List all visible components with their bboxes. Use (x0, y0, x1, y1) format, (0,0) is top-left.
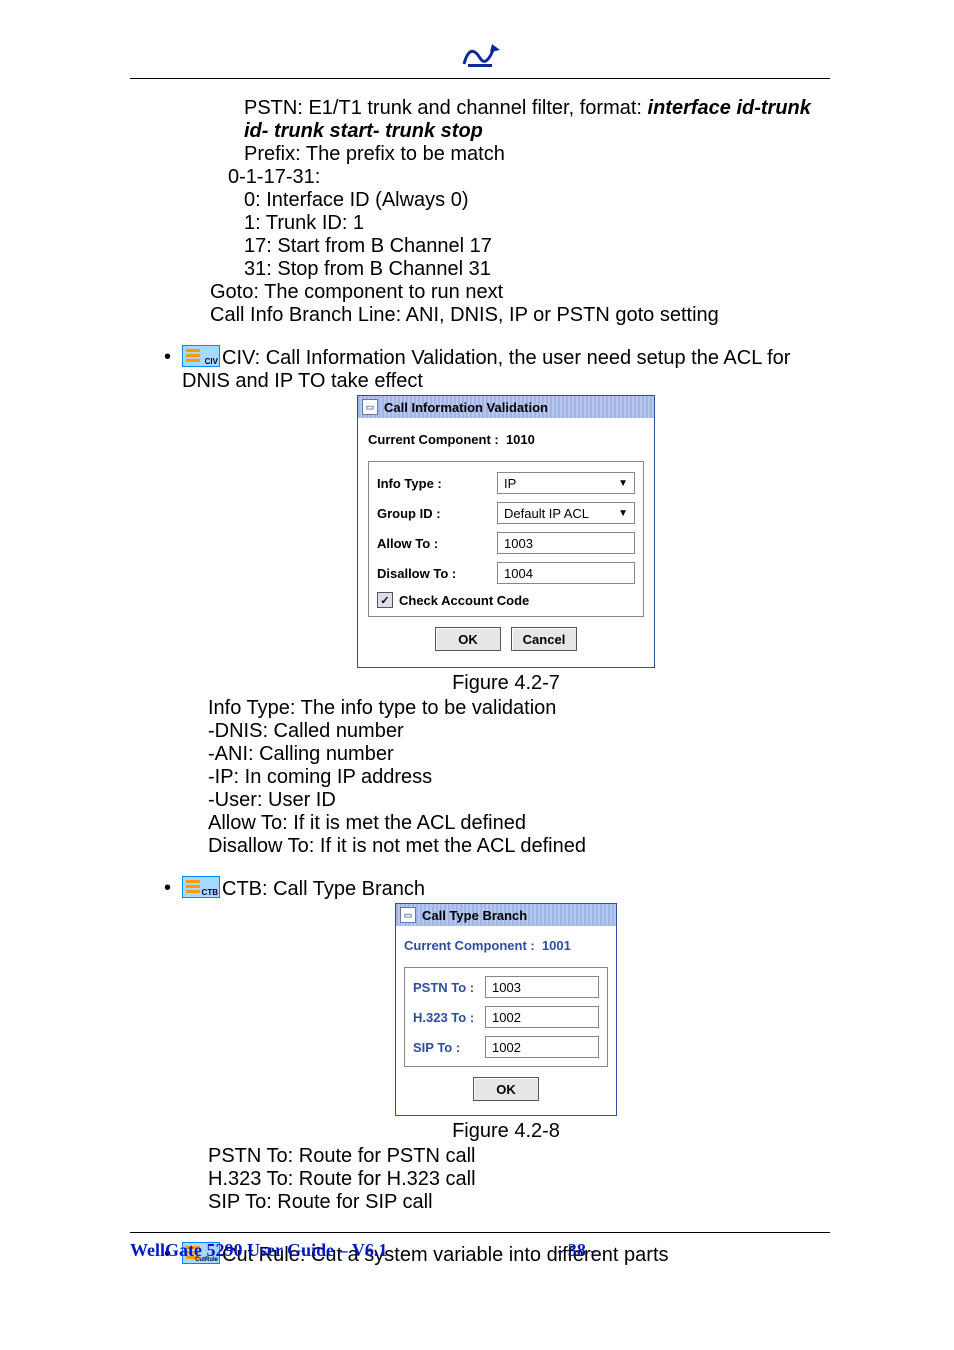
bullet-icon: • (164, 345, 182, 369)
text-line: H.323 To: Route for H.323 call (208, 1168, 830, 1191)
sip-to-input[interactable]: 1002 (485, 1036, 599, 1058)
info-type-select[interactable]: IP (497, 472, 635, 494)
check-account-checkbox[interactable]: ✓Check Account Code (377, 592, 635, 608)
text-line: 0-1-17-31: (228, 166, 830, 189)
info-type-label: Info Type : (377, 476, 497, 491)
civ-heading: CIV: Call Information Validation, the us… (182, 347, 790, 392)
text-line: -DNIS: Called number (208, 720, 830, 743)
text-line: PSTN: E1/T1 trunk and channel filter, fo… (244, 97, 830, 143)
dialog-window-icon: ▭ (400, 907, 416, 923)
text-line: -IP: In coming IP address (208, 766, 830, 789)
text-line: Allow To: If it is met the ACL defined (208, 812, 830, 835)
current-component: Current Component : 1001 (404, 938, 608, 953)
civ-dialog: ▭ Call Information Validation Current Co… (357, 395, 655, 668)
dialog-title: Call Type Branch (422, 908, 527, 923)
figure-caption: Figure 4.2-7 (182, 672, 830, 695)
text-line: Info Type: The info type to be validatio… (208, 697, 830, 720)
footer-rule (130, 1232, 830, 1233)
allow-to-input[interactable]: 1003 (497, 532, 635, 554)
text-line: -ANI: Calling number (208, 743, 830, 766)
text-line: 0: Interface ID (Always 0) (244, 189, 830, 212)
current-component: Current Component : 1010 (368, 432, 644, 447)
ok-button[interactable]: OK (473, 1077, 539, 1101)
header-logo (130, 40, 830, 74)
text-line: 1: Trunk ID: 1 (244, 212, 830, 235)
group-id-label: Group ID : (377, 506, 497, 521)
text-line: 17: Start from B Channel 17 (244, 235, 830, 258)
ctb-heading: CTB: Call Type Branch (222, 878, 425, 900)
text-line: 31: Stop from B Channel 31 (244, 258, 830, 281)
text-line: Goto: The component to run next (210, 281, 830, 304)
bullet-icon: • (164, 876, 182, 900)
group-id-select[interactable]: Default IP ACL (497, 502, 635, 524)
sip-to-label: SIP To : (413, 1040, 485, 1055)
header-rule (130, 78, 830, 79)
text-line: Disallow To: If it is not met the ACL de… (208, 835, 830, 858)
pstn-to-input[interactable]: 1003 (485, 976, 599, 998)
text-line: -User: User ID (208, 789, 830, 812)
allow-to-label: Allow To : (377, 536, 497, 551)
figure-caption: Figure 4.2-8 (182, 1120, 830, 1143)
ctb-dialog: ▭ Call Type Branch Current Component : 1… (395, 903, 617, 1116)
civ-icon: CIV (182, 345, 220, 367)
text-line: Call Info Branch Line: ANI, DNIS, IP or … (210, 304, 830, 327)
ok-button[interactable]: OK (435, 627, 501, 651)
h323-to-input[interactable]: 1002 (485, 1006, 599, 1028)
text-line: PSTN To: Route for PSTN call (208, 1145, 830, 1168)
dialog-titlebar: ▭ Call Information Validation (358, 396, 654, 418)
h323-to-label: H.323 To : (413, 1010, 485, 1025)
page-footer: WellGate 5290 User Guide – V6.1- 38 - (130, 1240, 596, 1261)
dialog-window-icon: ▭ (362, 399, 378, 415)
text-line: SIP To: Route for SIP call (208, 1191, 830, 1214)
ctb-icon: CTB (182, 876, 220, 898)
disallow-to-label: Disallow To : (377, 566, 497, 581)
cancel-button[interactable]: Cancel (511, 627, 577, 651)
dialog-titlebar: ▭ Call Type Branch (396, 904, 616, 926)
pstn-to-label: PSTN To : (413, 980, 485, 995)
dialog-title: Call Information Validation (384, 400, 548, 415)
disallow-to-input[interactable]: 1004 (497, 562, 635, 584)
text-line: Prefix: The prefix to be match (244, 143, 830, 166)
